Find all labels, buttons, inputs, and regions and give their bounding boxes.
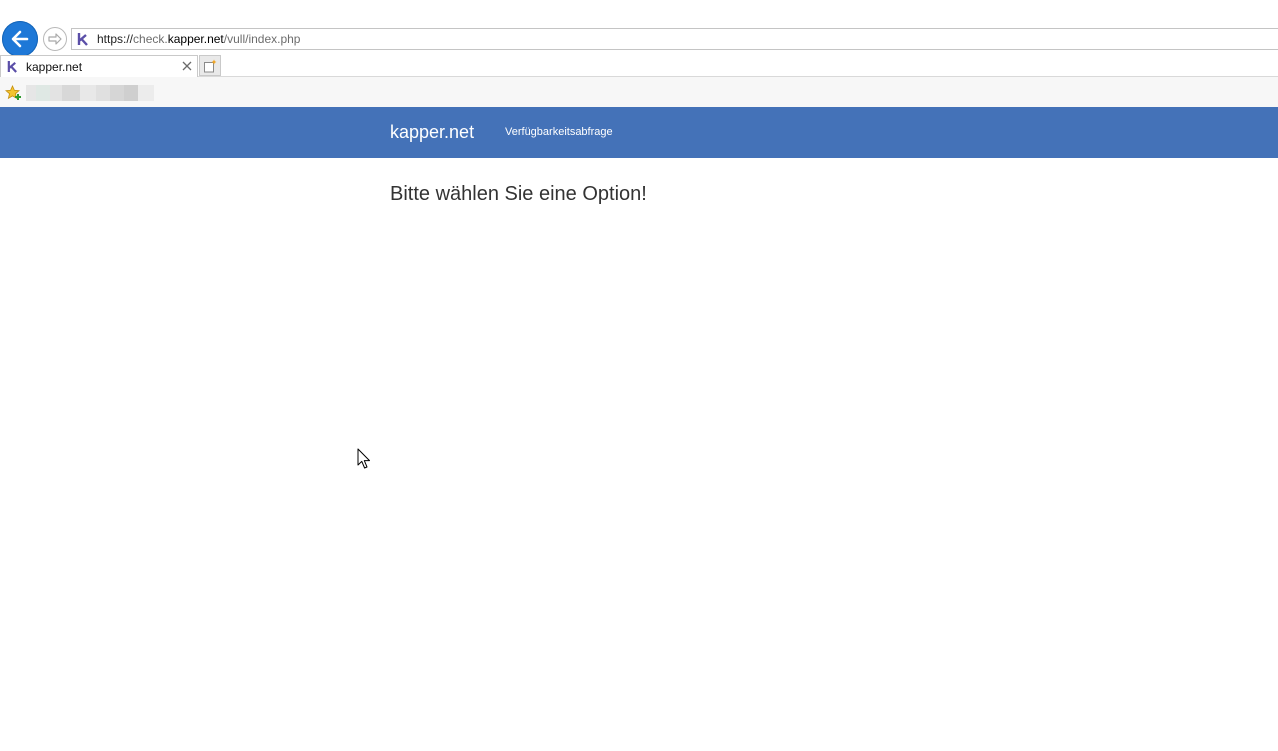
url-domain: kapper.net [167,32,224,46]
tab-strip: kapper.net [0,55,1278,77]
nav-link-verfuegbarkeitsabfrage[interactable]: Verfügbarkeitsabfrage [505,126,613,138]
site-navbar: kapper.net Verfügbarkeitsabfrage [0,107,1278,158]
forward-arrow-icon [48,33,62,45]
brand-link[interactable]: kapper.net [390,122,474,143]
url-text[interactable]: https://check.kapper.net/vull/index.php [97,32,300,46]
back-arrow-icon [11,30,29,48]
url-subdomain: check. [133,32,168,46]
browser-chrome: https://check.kapper.net/vull/index.php … [0,0,1278,107]
forward-button[interactable] [43,27,67,51]
browser-tab[interactable]: kapper.net [0,55,198,77]
address-bar[interactable]: https://check.kapper.net/vull/index.php [71,28,1278,50]
back-button[interactable] [2,21,38,57]
new-tab-button[interactable] [199,55,221,76]
add-favorite-star-icon[interactable] [5,85,22,101]
blurred-favorites-items [26,85,154,101]
favorites-bar [0,77,1278,107]
url-path: /vull/index.php [223,32,301,46]
url-scheme: https:// [97,32,134,46]
kapper-k-icon [5,60,19,74]
close-icon[interactable] [180,59,194,73]
new-tab-icon [204,59,217,72]
tab-title: kapper.net [26,59,83,74]
mouse-cursor-icon [357,448,370,469]
page-heading: Bitte wählen Sie eine Option! [390,183,647,205]
kapper-k-icon [75,31,91,47]
